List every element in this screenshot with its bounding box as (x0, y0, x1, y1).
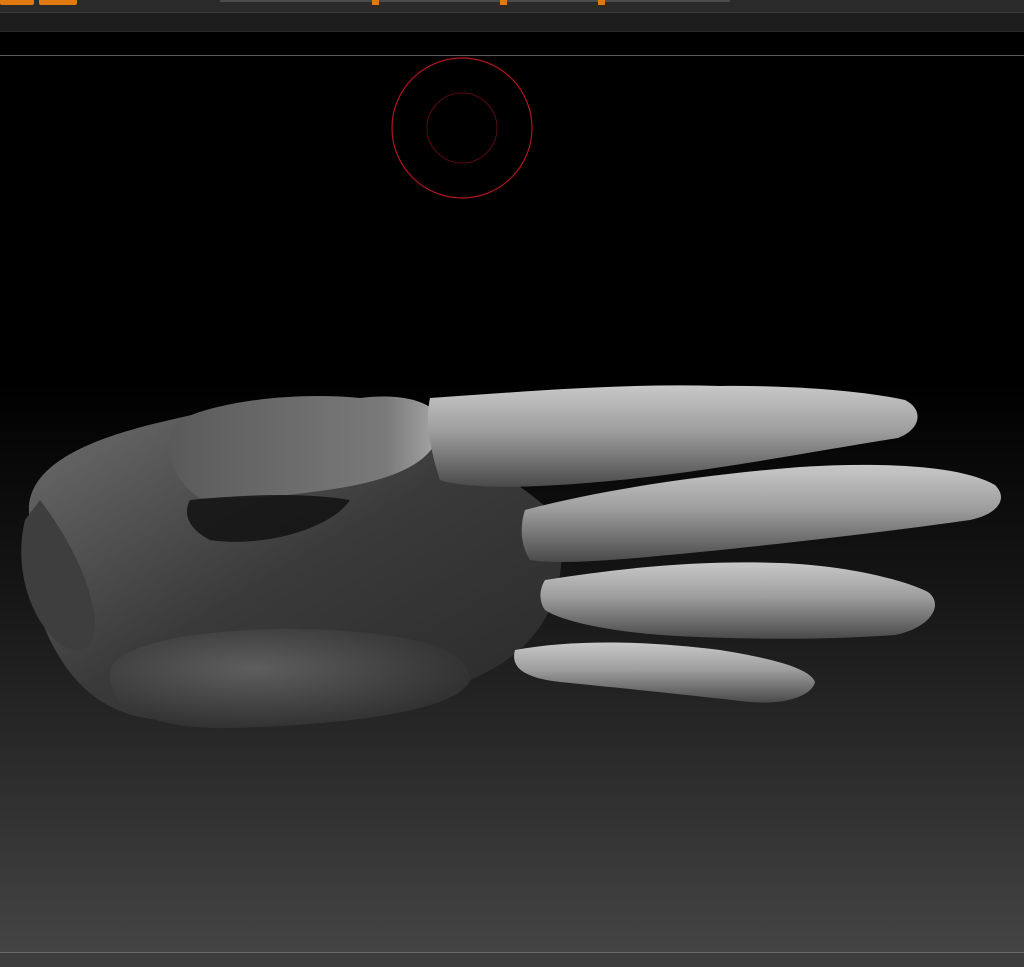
palm-heel (109, 629, 470, 729)
little-finger (514, 642, 815, 703)
slider-handle-2[interactable] (500, 0, 507, 5)
slider-handle-3[interactable] (598, 0, 605, 5)
toolbar-button-2[interactable] (39, 0, 77, 5)
brush-outer-ring (391, 57, 533, 199)
slider-handle-1[interactable] (372, 0, 379, 5)
bottom-status-bar (0, 952, 1024, 967)
brush-radius-circle-icon (391, 57, 533, 199)
ring-finger (540, 562, 936, 639)
toolbar-button-1[interactable] (0, 0, 34, 5)
brush-inner-ring (426, 92, 498, 164)
sub-toolbar (0, 13, 1024, 32)
toolbar-slider-track[interactable] (220, 0, 730, 2)
top-toolbar (0, 0, 1024, 13)
